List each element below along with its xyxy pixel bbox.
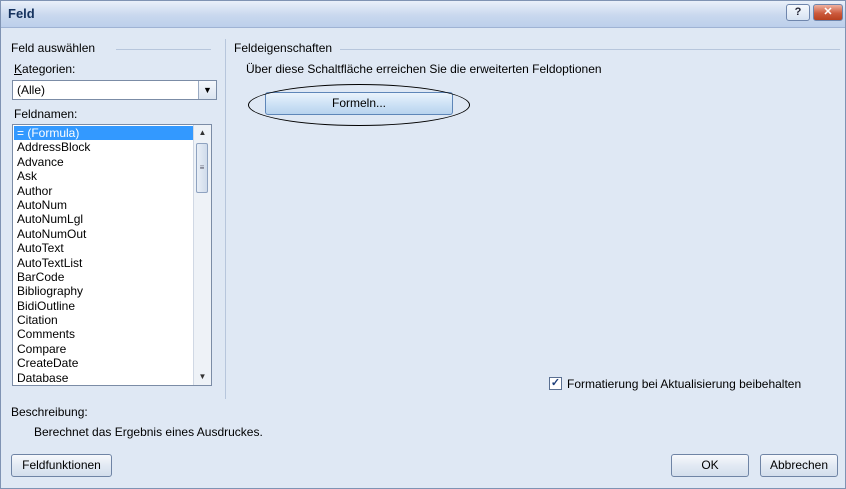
list-item[interactable]: BarCode — [14, 270, 194, 284]
cancel-button[interactable]: Abbrechen — [760, 454, 838, 477]
list-item[interactable]: AutoText — [14, 241, 194, 255]
section-divider — [225, 39, 226, 399]
list-item[interactable]: Author — [14, 184, 194, 198]
list-item[interactable]: CreateDate — [14, 356, 194, 370]
ok-button[interactable]: OK — [671, 454, 749, 477]
list-item[interactable]: AutoNumOut — [14, 227, 194, 241]
fieldnames-list[interactable]: = (Formula) AddressBlock Advance Ask Author A… — [12, 124, 212, 386]
list-item[interactable]: Compare — [14, 342, 194, 356]
list-item[interactable]: BidiOutline — [14, 299, 194, 313]
title-bar[interactable]: Feld ? ✕ — [1, 1, 845, 28]
category-value: (Alle) — [17, 83, 46, 97]
right-heading-rule — [340, 49, 840, 50]
list-item[interactable]: AutoNum — [14, 198, 194, 212]
left-heading-rule — [116, 49, 211, 50]
list-item[interactable]: Database — [14, 371, 194, 385]
preserve-format-checkbox[interactable]: ✓ — [549, 377, 562, 390]
close-button[interactable]: ✕ — [813, 4, 843, 21]
preserve-format-label: Formatierung bei Aktualisierung beibehal… — [567, 377, 802, 391]
categories-label: Kategorien: — [14, 62, 76, 76]
list-item[interactable]: = (Formula) — [14, 126, 194, 141]
select-field-heading: Feld auswählen — [11, 41, 96, 55]
list-item[interactable]: Bibliography — [14, 284, 194, 298]
description-text: Berechnet das Ergebnis eines Ausdruckes. — [34, 425, 263, 439]
list-item[interactable]: AutoNumLgl — [14, 212, 194, 226]
field-properties-heading: Feldeigenschaften — [234, 41, 333, 55]
list-item[interactable]: Citation — [14, 313, 194, 327]
help-button[interactable]: ? — [786, 4, 810, 21]
field-codes-button[interactable]: Feldfunktionen — [11, 454, 112, 477]
highlight-ellipse — [248, 84, 470, 126]
categories-label-text: ategorien: — [22, 62, 76, 76]
chevron-down-icon[interactable]: ▼ — [198, 81, 216, 99]
field-dialog: Feld ? ✕ Feld auswählen Kategorien: (All… — [0, 0, 846, 489]
scroll-down-icon[interactable]: ▼ — [194, 369, 211, 385]
category-dropdown[interactable]: (Alle) ▼ — [12, 80, 217, 100]
list-scrollbar[interactable]: ▲ ≡ ▼ — [193, 125, 211, 385]
scroll-thumb[interactable]: ≡ — [196, 143, 208, 193]
fieldnames-items: = (Formula) AddressBlock Advance Ask Author A… — [14, 126, 194, 385]
list-item[interactable]: Comments — [14, 327, 194, 341]
list-item[interactable]: AddressBlock — [14, 140, 194, 154]
list-item[interactable]: Ask — [14, 169, 194, 183]
advanced-options-hint: Über diese Schaltfläche erreichen Sie di… — [246, 62, 602, 76]
fieldnames-label: Feldnamen: — [14, 107, 78, 121]
list-item[interactable]: Advance — [14, 155, 194, 169]
dialog-title: Feld — [8, 6, 35, 21]
scroll-up-icon[interactable]: ▲ — [194, 125, 211, 141]
description-label: Beschreibung: — [11, 405, 88, 419]
list-item[interactable]: AutoTextList — [14, 256, 194, 270]
